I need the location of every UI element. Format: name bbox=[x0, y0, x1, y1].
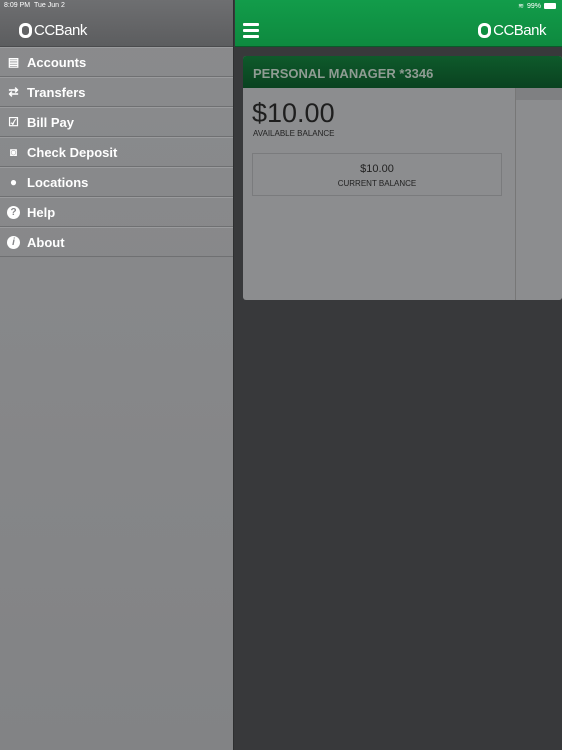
battery-level: 99% bbox=[526, 2, 541, 10]
menu-button[interactable] bbox=[243, 23, 259, 41]
available-balance-label: AVAILABLE BALANCE bbox=[253, 129, 335, 138]
sidebar-item-transfers[interactable]: ⇄ Transfers bbox=[0, 77, 233, 107]
date: Tue Jun 2 bbox=[33, 2, 65, 9]
available-balance: $10.00 bbox=[252, 98, 335, 128]
sidebar-item-label: Check Deposit bbox=[27, 144, 118, 160]
sidebar-item-label: Locations bbox=[27, 174, 89, 190]
info-icon: i bbox=[6, 235, 21, 250]
sidebar-item-bill-pay[interactable]: ☑ Bill Pay bbox=[0, 107, 233, 137]
sidebar-item-label: Transfers bbox=[27, 84, 86, 100]
account-side-panel bbox=[515, 88, 562, 300]
status-indicators: ≋ 99% bbox=[518, 2, 556, 10]
ccbank-logo: CCBank bbox=[478, 22, 546, 39]
sidebar-menu: 8:09 PM Tue Jun 2 CCBank ▤ Accounts ⇄ Tran… bbox=[0, 0, 234, 750]
top-bar: ≋ 99% CCBank bbox=[235, 0, 562, 47]
map-pin-icon: ● bbox=[9, 175, 18, 189]
calendar-check-icon: ☑ bbox=[8, 115, 19, 129]
logo-icon bbox=[19, 23, 32, 38]
current-balance: $10.00 bbox=[360, 163, 394, 175]
sidebar-item-accounts[interactable]: ▤ Accounts bbox=[0, 47, 233, 77]
sidebar-item-help[interactable]: ? Help bbox=[0, 197, 233, 227]
sidebar-item-label: Accounts bbox=[27, 54, 87, 70]
sidebar-header: 8:09 PM Tue Jun 2 CCBank bbox=[0, 0, 233, 47]
sidebar-item-about[interactable]: i About bbox=[0, 227, 233, 257]
battery-icon bbox=[544, 3, 556, 9]
status-time: 8:09 PM Tue Jun 2 bbox=[4, 2, 65, 9]
logo-text: CCBank bbox=[493, 22, 546, 39]
sidebar-item-label: Help bbox=[27, 204, 56, 220]
logo-icon bbox=[478, 23, 492, 38]
sidebar-item-label: Bill Pay bbox=[27, 114, 74, 130]
current-balance-box: $10.00 CURRENT BALANCE bbox=[252, 153, 502, 196]
help-icon: ? bbox=[6, 205, 21, 220]
sidebar-item-locations[interactable]: ● Locations bbox=[0, 167, 233, 197]
sidebar-item-check-deposit[interactable]: ◙ Check Deposit bbox=[0, 137, 233, 167]
current-balance-label: CURRENT BALANCE bbox=[337, 179, 417, 188]
time: 8:09 PM bbox=[4, 2, 31, 9]
wifi-icon: ≋ bbox=[518, 3, 524, 10]
sidebar-item-label: About bbox=[27, 234, 65, 250]
logo-text: CCBank bbox=[34, 22, 87, 39]
account-name: PERSONAL MANAGER *3346 bbox=[243, 56, 562, 88]
ccbank-logo: CCBank bbox=[19, 22, 87, 39]
transfers-icon: ⇄ bbox=[8, 85, 19, 99]
camera-icon: ◙ bbox=[9, 145, 18, 159]
accounts-icon: ▤ bbox=[7, 55, 20, 69]
account-card[interactable]: PERSONAL MANAGER *3346 $10.00 AVAILABLE … bbox=[243, 56, 562, 300]
